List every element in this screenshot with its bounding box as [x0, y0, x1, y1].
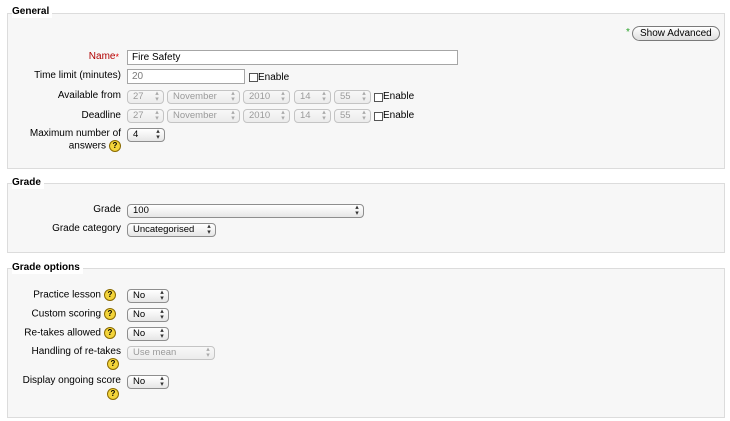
stepper-icon: ▴ ▾ — [206, 346, 210, 359]
deadline-label: Deadline — [81, 110, 121, 121]
deadline-enable-label: Enable — [383, 110, 415, 121]
available-hour-select[interactable]: 14 ▴ ▾ — [294, 90, 331, 104]
stepper-icon: ▴ ▾ — [322, 90, 326, 103]
deadline-minute-select[interactable]: 55 ▴ ▾ — [334, 109, 371, 123]
grade-select[interactable]: 100 ▴ ▾ — [127, 204, 364, 218]
name-input[interactable]: Fire Safety — [127, 50, 458, 65]
stepper-icon: ▴ ▾ — [355, 204, 359, 217]
advanced-marker: * — [626, 27, 630, 38]
name-label: Name* — [88, 51, 119, 62]
time-limit-enable-label: Enable — [258, 72, 290, 83]
stepper-icon: ▴ ▾ — [322, 109, 326, 122]
stepper-icon: ▴ ▾ — [160, 308, 164, 321]
max-answers-label: Maximum number of — [29, 128, 121, 139]
stepper-icon: ▴ ▾ — [281, 109, 285, 122]
ongoing-score-select[interactable]: No ▴ ▾ — [127, 375, 169, 389]
grade-section — [7, 183, 725, 253]
available-enable-checkbox[interactable] — [374, 93, 383, 102]
stepper-icon: ▴ ▾ — [231, 109, 235, 122]
retakes-allowed-select[interactable]: No ▴ ▾ — [127, 327, 169, 341]
available-minute-select[interactable]: 55 ▴ ▾ — [334, 90, 371, 104]
retakes-allowed-label: Re-takes allowed? — [24, 327, 116, 340]
practice-lesson-select[interactable]: No ▴ ▾ — [127, 289, 169, 303]
help-icon[interactable]: ? — [107, 388, 119, 400]
time-limit-label: Time limit (minutes) — [34, 70, 121, 81]
stepper-icon: ▴ ▾ — [160, 375, 164, 388]
stepper-icon: ▴ ▾ — [362, 90, 366, 103]
available-enable-label: Enable — [383, 91, 415, 102]
deadline-enable-checkbox[interactable] — [374, 112, 383, 121]
grade-options-legend: Grade options — [12, 262, 83, 274]
practice-lesson-label: Practice lesson? — [33, 289, 116, 302]
time-limit-enable-checkbox[interactable] — [249, 73, 258, 82]
grade-category-label: Grade category — [52, 223, 121, 234]
stepper-icon: ▴ ▾ — [207, 223, 211, 236]
help-icon[interactable]: ? — [104, 327, 116, 339]
handling-retakes-select[interactable]: Use mean ▴ ▾ — [127, 346, 215, 360]
available-from-label: Available from — [57, 90, 121, 101]
time-limit-input[interactable]: 20 — [127, 69, 245, 84]
help-icon[interactable]: ? — [104, 308, 116, 320]
max-answers-label-2: answers? — [69, 140, 121, 153]
stepper-icon: ▴ ▾ — [155, 109, 159, 122]
stepper-icon: ▴ ▾ — [160, 327, 164, 340]
stepper-icon: ▴ ▾ — [155, 90, 159, 103]
required-icon: * — [115, 52, 119, 62]
stepper-icon: ▴ ▾ — [156, 128, 160, 141]
available-year-select[interactable]: 2010 ▴ ▾ — [243, 90, 290, 104]
max-answers-select[interactable]: 4 ▴ ▾ — [127, 128, 165, 142]
deadline-day-select[interactable]: 27 ▴ ▾ — [127, 109, 164, 123]
deadline-hour-select[interactable]: 14 ▴ ▾ — [294, 109, 331, 123]
available-day-select[interactable]: 27 ▴ ▾ — [127, 90, 164, 104]
grade-legend: Grade — [12, 177, 44, 189]
show-advanced-button[interactable]: Show Advanced — [632, 26, 720, 41]
stepper-icon: ▴ ▾ — [362, 109, 366, 122]
grade-label: Grade — [93, 204, 121, 215]
general-legend: General — [12, 6, 53, 18]
stepper-icon: ▴ ▾ — [160, 289, 164, 302]
custom-scoring-label: Custom scoring? — [32, 308, 116, 321]
ongoing-score-help: ? — [104, 388, 119, 401]
handling-retakes-label: Handling of re-takes — [31, 346, 122, 357]
stepper-icon: ▴ ▾ — [281, 90, 285, 103]
grade-category-select[interactable]: Uncategorised ▴ ▾ — [127, 223, 216, 237]
deadline-year-select[interactable]: 2010 ▴ ▾ — [243, 109, 290, 123]
help-icon[interactable]: ? — [109, 140, 121, 152]
ongoing-score-label: Display ongoing score — [22, 375, 121, 386]
custom-scoring-select[interactable]: No ▴ ▾ — [127, 308, 169, 322]
stepper-icon: ▴ ▾ — [231, 90, 235, 103]
help-icon[interactable]: ? — [104, 289, 116, 301]
deadline-month-select[interactable]: November ▴ ▾ — [167, 109, 240, 123]
available-month-select[interactable]: November ▴ ▾ — [167, 90, 240, 104]
help-icon[interactable]: ? — [107, 358, 119, 370]
handling-retakes-help: ? — [104, 358, 119, 371]
